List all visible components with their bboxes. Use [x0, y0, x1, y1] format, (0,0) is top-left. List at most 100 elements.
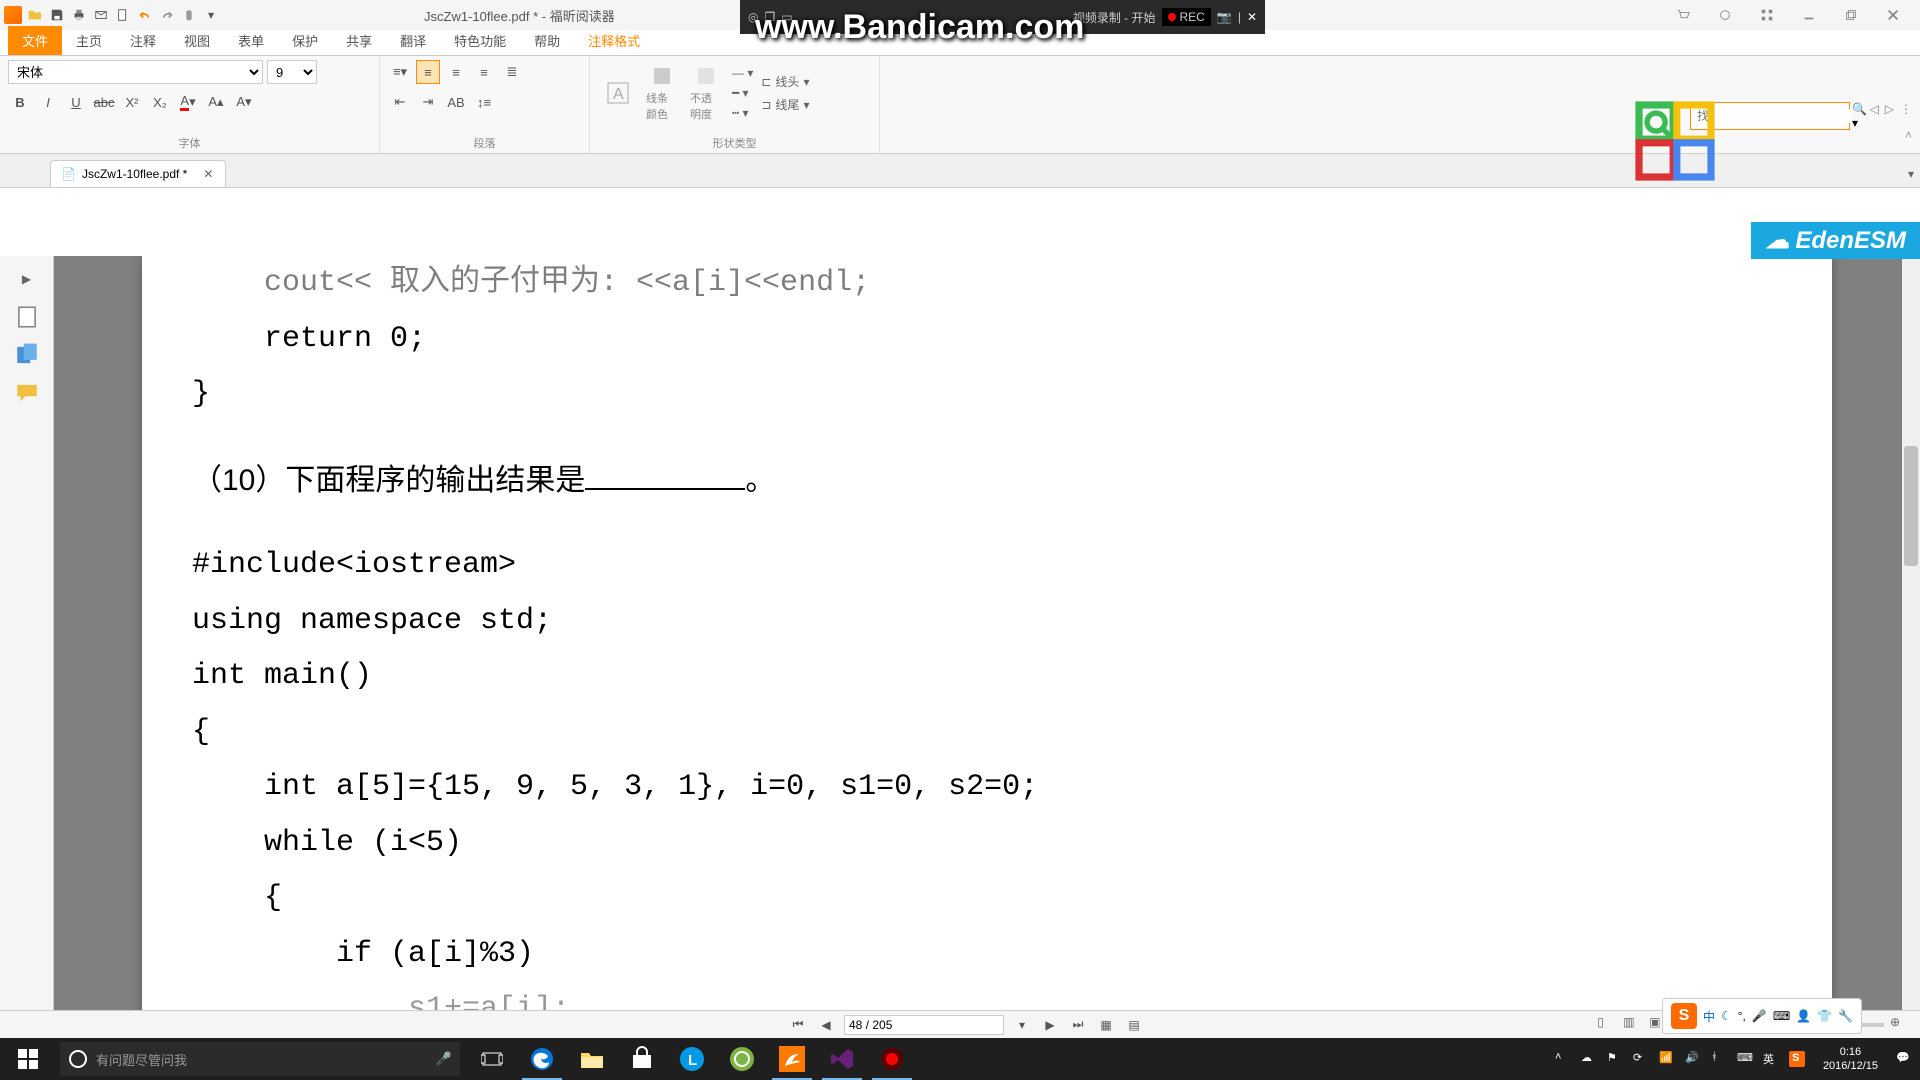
hand-icon[interactable] [1718, 8, 1732, 22]
email-icon[interactable] [92, 6, 110, 24]
sogou-icon[interactable]: S [1671, 1003, 1697, 1029]
zoom-in-icon[interactable]: ⊕ [1890, 1015, 1910, 1035]
first-page-icon[interactable]: ⏮ [788, 1015, 808, 1035]
prev-page-icon[interactable]: ◀ [816, 1015, 836, 1035]
page-dropdown-icon[interactable]: ▾ [1012, 1015, 1032, 1035]
tab-view[interactable]: 视图 [170, 26, 224, 55]
edge-icon[interactable] [518, 1038, 566, 1080]
align-right-icon[interactable]: ≡ [472, 60, 496, 84]
cart-icon[interactable] [1676, 8, 1690, 22]
restore-icon[interactable] [1844, 8, 1858, 22]
sogou-tray-icon[interactable]: S [1789, 1051, 1805, 1067]
ime-mode[interactable]: 中 [1703, 1008, 1715, 1025]
page-number-input[interactable] [844, 1015, 1004, 1035]
store-icon[interactable] [618, 1038, 666, 1080]
explorer-icon[interactable] [568, 1038, 616, 1080]
save-icon[interactable] [48, 6, 66, 24]
tab-annotate[interactable]: 注释 [116, 26, 170, 55]
underline-icon[interactable]: U [64, 90, 88, 114]
opacity-button[interactable]: 不透明度 [686, 60, 726, 126]
indent-increase-icon[interactable]: ⇥ [416, 90, 440, 114]
next-icon[interactable]: ▷ [1885, 102, 1894, 116]
font-family-select[interactable]: 宋体 [8, 60, 263, 84]
tab-feature[interactable]: 特色功能 [440, 26, 520, 55]
vs-icon[interactable] [818, 1038, 866, 1080]
cortana-search[interactable]: 有问题尽管问我 🎤 [60, 1042, 460, 1076]
app-green-icon[interactable] [718, 1038, 766, 1080]
start-button[interactable] [0, 1038, 56, 1080]
bold-icon[interactable]: B [8, 90, 32, 114]
hand-icon[interactable] [180, 6, 198, 24]
clock[interactable]: 0:16 2016/12/15 [1815, 1045, 1886, 1074]
mic-icon[interactable]: 🎤 [436, 1051, 452, 1067]
camera-icon[interactable]: 📷 [1217, 10, 1232, 24]
tab-form[interactable]: 表单 [224, 26, 278, 55]
tab-protect[interactable]: 保护 [278, 26, 332, 55]
target-icon[interactable]: ◎ [748, 10, 758, 24]
expand-icon[interactable]: ▶ [14, 266, 40, 292]
align-justify-icon[interactable]: ≣ [500, 60, 524, 84]
qat-more-icon[interactable]: ▾ [202, 6, 220, 24]
ribbon-menu-icon[interactable]: ⋮ [1900, 102, 1912, 116]
tab-annotformat[interactable]: 注释格式 [574, 26, 654, 55]
tray-expand-icon[interactable]: ˄ [1555, 1051, 1571, 1067]
update-icon[interactable]: ⟳ [1633, 1051, 1649, 1067]
font-grow-icon[interactable]: A▴ [204, 90, 228, 114]
prev-icon[interactable]: ◁ [1870, 102, 1879, 116]
tab-english[interactable]: 翻译 [386, 26, 440, 55]
notifications-icon[interactable]: 💬 [1896, 1051, 1912, 1067]
font-shrink-icon[interactable]: A▾ [232, 90, 256, 114]
page-view[interactable]: cout<< 取入的子付甲为: <<a[i]<<endl; return 0; … [54, 256, 1920, 1030]
onedrive-icon[interactable]: ☁ [1581, 1051, 1597, 1067]
bookmark-icon[interactable]: ▦ [1096, 1015, 1116, 1035]
italic-icon[interactable]: I [36, 90, 60, 114]
foxit-task-icon[interactable] [768, 1038, 816, 1080]
search-icon[interactable]: 🔍▾ [1852, 102, 1867, 130]
print-icon[interactable] [70, 6, 88, 24]
window-icon[interactable]: ❐ [764, 10, 775, 24]
pages-icon[interactable] [14, 342, 40, 368]
scrollbar-thumb[interactable] [1904, 446, 1918, 566]
close-icon[interactable]: ✕ [1247, 10, 1257, 24]
close-icon[interactable] [1886, 8, 1900, 22]
last-page-icon[interactable]: ⏭ [1068, 1015, 1088, 1035]
line-head-select[interactable]: ⊏ 线头 ▾ [759, 71, 811, 92]
align-left-icon[interactable]: ≡ [416, 60, 440, 84]
ime-toolbar[interactable]: S 中 ☾ °, 🎤 ⌨ 👤 👕 🔧 [1662, 998, 1862, 1034]
undo-icon[interactable] [136, 6, 154, 24]
game-icon[interactable]: ▭ [781, 10, 792, 24]
line-spacing-icon[interactable]: ↕≡ [472, 90, 496, 114]
user-icon[interactable]: 👤 [1796, 1009, 1811, 1023]
keyboard-icon[interactable]: ⌨ [1737, 1051, 1753, 1067]
align-center-icon[interactable]: ≡ [444, 60, 468, 84]
mic-icon[interactable]: 🎤 [1752, 1009, 1767, 1023]
tab-home[interactable]: 主页 [62, 26, 116, 55]
ime-lang[interactable]: 英 [1763, 1051, 1779, 1067]
bluetooth-icon[interactable]: ᚼ [1711, 1051, 1727, 1067]
wifi-icon[interactable]: 📶 [1659, 1051, 1675, 1067]
next-page-icon[interactable]: ▶ [1040, 1015, 1060, 1035]
volume-icon[interactable]: 🔊 [1685, 1051, 1701, 1067]
settings-icon[interactable]: 🔧 [1838, 1009, 1853, 1023]
line-tail-select[interactable]: ⊐ 线尾 ▾ [759, 94, 811, 115]
ribbon-collapse-icon[interactable]: ˄ [1905, 128, 1912, 142]
single-page-icon[interactable]: ▯ [1597, 1015, 1617, 1035]
line-weight-select[interactable]: ━ ▾ [730, 84, 755, 102]
document-tab[interactable]: 📄 JscZw1-10flee.pdf * ✕ [50, 160, 226, 187]
search-input[interactable] [1697, 109, 1852, 123]
task-view-icon[interactable] [468, 1038, 516, 1080]
indent-decrease-icon[interactable]: ⇤ [388, 90, 412, 114]
skin-icon[interactable]: 👕 [1817, 1009, 1832, 1023]
punct-icon[interactable]: °, [1738, 1009, 1746, 1023]
bullet-list-icon[interactable]: ≡▾ [388, 60, 412, 84]
page-icon[interactable] [14, 304, 40, 330]
minimize-icon[interactable] [1802, 8, 1816, 22]
tab-help[interactable]: 帮助 [520, 26, 574, 55]
open-icon[interactable] [26, 6, 44, 24]
line-dash-select[interactable]: ┅ ▾ [730, 104, 755, 122]
layers-icon[interactable]: ▤ [1124, 1015, 1144, 1035]
flag-icon[interactable]: ⚑ [1607, 1051, 1623, 1067]
line-color-button[interactable]: 线条颜色 [642, 60, 682, 126]
comment-icon[interactable] [14, 380, 40, 406]
grid-icon[interactable] [1760, 8, 1774, 22]
